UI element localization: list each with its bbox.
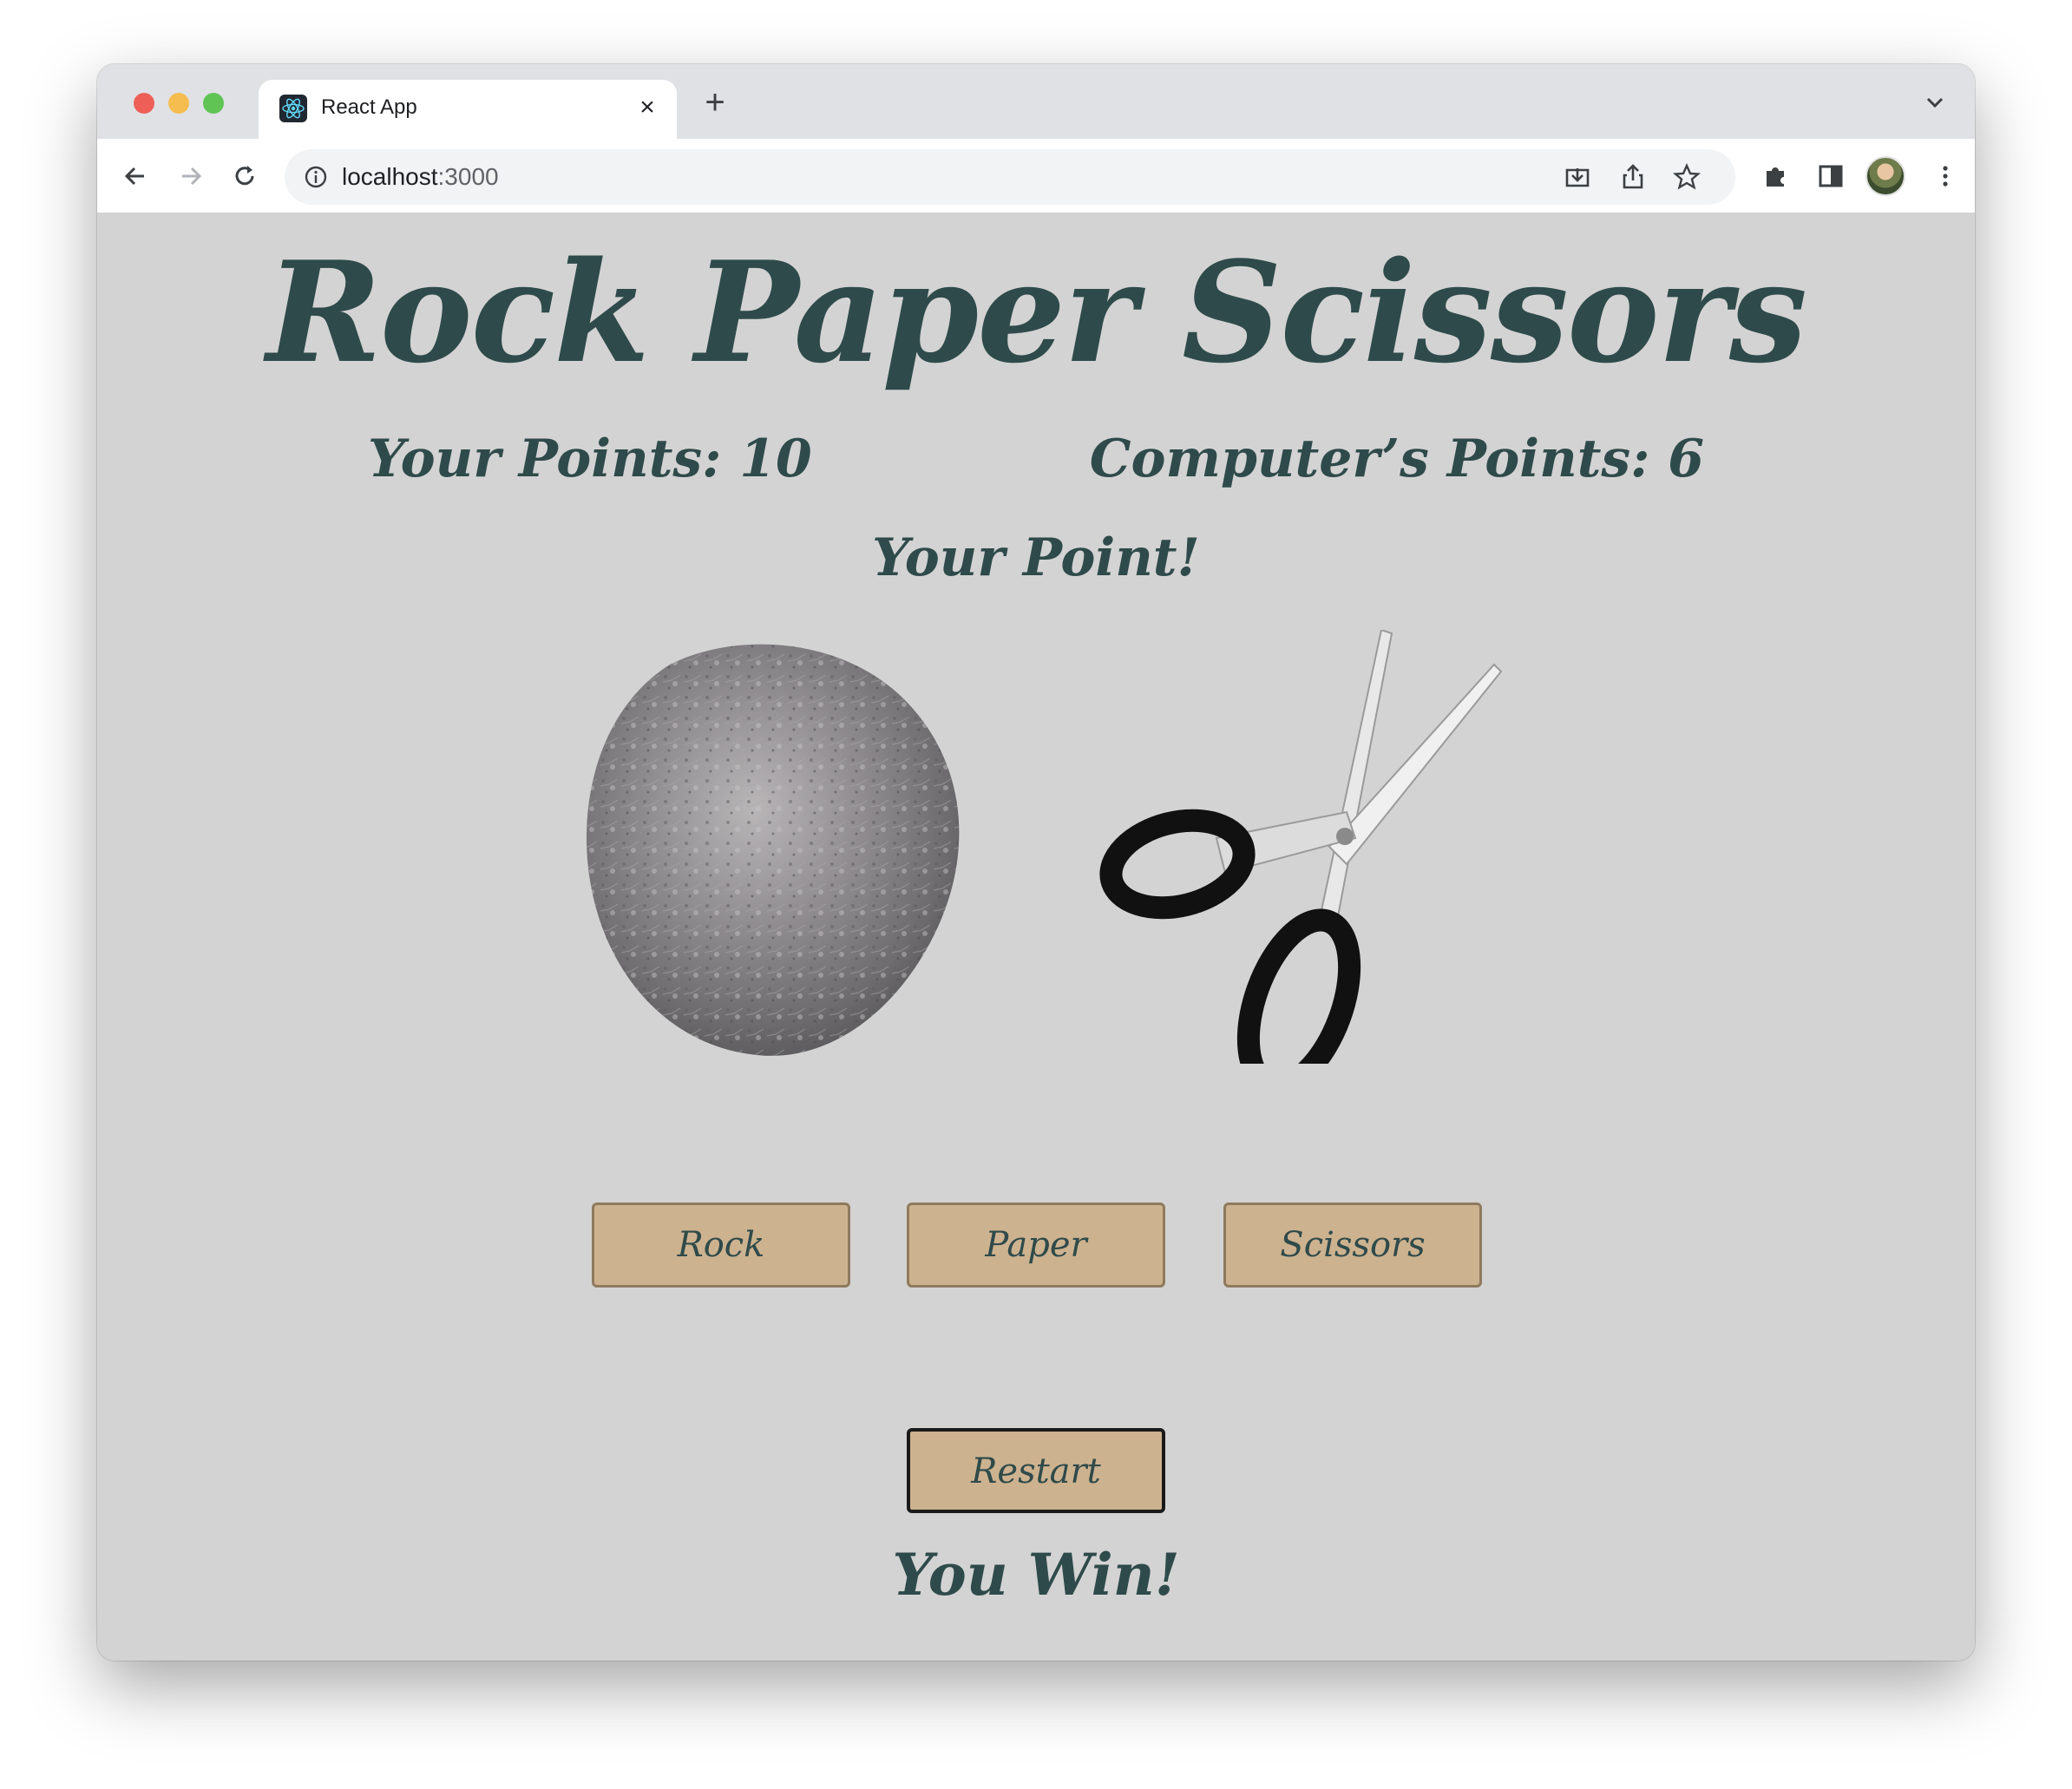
page-title: Rock Paper Scissors <box>266 231 1807 394</box>
profile-avatar[interactable] <box>1865 156 1905 196</box>
user-choice-rock-image <box>557 630 991 1064</box>
maximize-window-button[interactable] <box>203 93 224 114</box>
site-info-icon[interactable] <box>302 163 330 191</box>
tab-react-app[interactable]: React App × <box>259 80 677 139</box>
more-menu-icon[interactable] <box>1930 161 1961 192</box>
react-icon <box>279 95 307 122</box>
reload-icon[interactable] <box>229 161 260 192</box>
user-points: Your Points: 10 <box>368 429 812 489</box>
close-tab-icon[interactable]: × <box>633 94 661 121</box>
share-icon[interactable] <box>1617 161 1649 193</box>
round-result: Your Point! <box>872 528 1200 588</box>
computer-choice-scissors-image <box>1086 628 1538 1098</box>
minimize-window-button[interactable] <box>168 93 189 114</box>
computer-points: Computer’s Points: 6 <box>1089 429 1704 489</box>
install-icon[interactable] <box>1562 161 1593 193</box>
tab-title: React App <box>321 95 417 119</box>
browser-window: React App × + localhost:3000 Rock Paper … <box>97 64 1975 1661</box>
side-panel-icon[interactable] <box>1815 161 1846 192</box>
new-tab-button[interactable]: + <box>696 83 734 121</box>
rock-button[interactable]: Rock <box>592 1202 850 1288</box>
forward-arrow-icon[interactable] <box>175 161 207 192</box>
address-bar[interactable]: localhost:3000 <box>285 149 1735 205</box>
chevron-down-icon[interactable] <box>1919 87 1951 118</box>
scissors-button[interactable]: Scissors <box>1223 1202 1482 1288</box>
page-content: Rock Paper Scissors Your Points: 10 Comp… <box>97 213 1975 1661</box>
close-window-button[interactable] <box>134 93 154 114</box>
browser-toolbar: localhost:3000 <box>97 139 1975 213</box>
bookmark-star-icon[interactable] <box>1671 161 1702 193</box>
final-result: You Win! <box>892 1541 1180 1609</box>
paper-button[interactable]: Paper <box>907 1202 1165 1288</box>
extensions-puzzle-icon[interactable] <box>1760 161 1791 192</box>
tab-strip: React App × + <box>97 64 1975 139</box>
back-arrow-icon[interactable] <box>120 161 151 192</box>
url-text: localhost:3000 <box>342 163 499 190</box>
restart-button[interactable]: Restart <box>907 1428 1165 1513</box>
